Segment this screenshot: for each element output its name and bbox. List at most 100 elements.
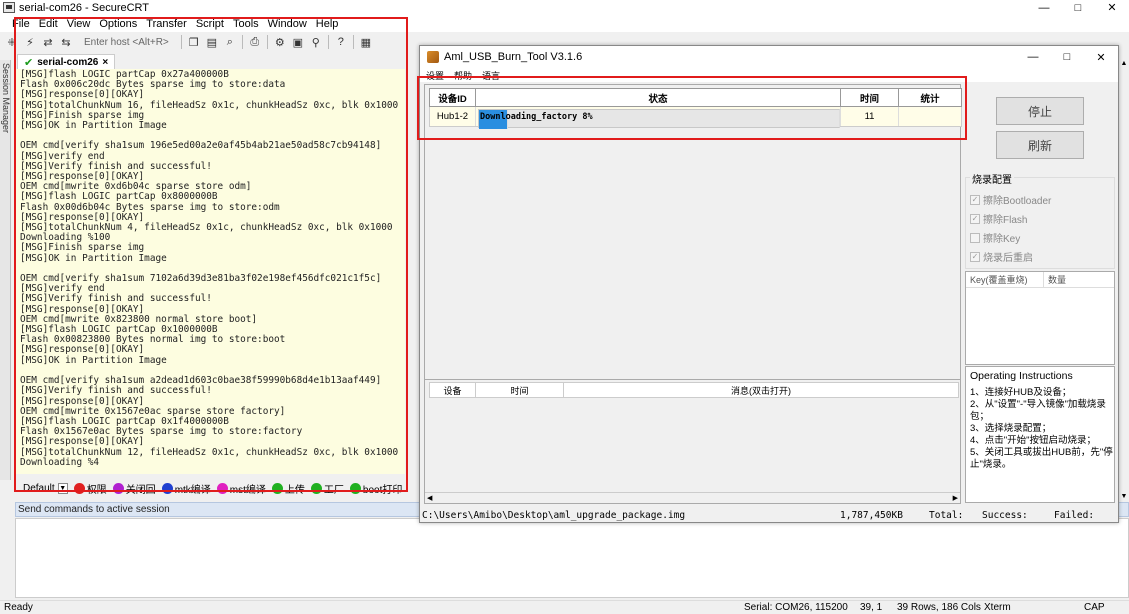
menu-script[interactable]: Script (196, 18, 224, 30)
col-stat[interactable]: 统计 (899, 89, 961, 106)
terminal-line: [MSG]OK in Partition Image (20, 354, 167, 366)
col-time[interactable]: 时间 (841, 89, 899, 106)
status-term: Xterm (984, 602, 1011, 613)
aml-minimize-button[interactable]: — (1016, 46, 1050, 68)
scroll-up-icon[interactable]: ▲ (1121, 60, 1128, 67)
command-button-dot-icon (73, 482, 85, 494)
scroll-left-icon[interactable]: ◀ (427, 494, 432, 502)
command-window[interactable] (15, 518, 1129, 598)
checkbox-erase-flash[interactable]: ✓ (970, 213, 980, 224)
menu-tools[interactable]: Tools (233, 18, 259, 30)
command-button[interactable]: mtk编译 (161, 481, 211, 496)
connect-icon[interactable]: ⁜ (6, 36, 18, 49)
button-bar-selector[interactable]: Default ▼ (23, 482, 68, 494)
status-success: Success: (982, 510, 1028, 521)
status-ready: Ready (4, 602, 33, 613)
screen-icon[interactable]: ▦ (360, 36, 372, 49)
aml-window-controls: — □ ✕ (1016, 46, 1118, 68)
key-table: Key(覆盖重烧) 数量 (965, 271, 1115, 365)
command-button[interactable]: 工厂 (310, 481, 344, 496)
status-serial: Serial: COM26, 115200 (744, 602, 848, 613)
instruction-line: 5、关闭工具或拔出HUB前，先"停止"烧录。 (970, 447, 1113, 470)
menu-window[interactable]: Window (268, 18, 307, 30)
status-total: Total: (929, 510, 964, 521)
log-table-header: 设备 时间 消息(双击打开) (429, 382, 959, 398)
toolbar-divider (327, 35, 329, 49)
quick-connect-icon[interactable]: ⚡ (24, 36, 36, 49)
option-erase-key[interactable]: 擦除Key (970, 230, 1020, 245)
help-icon[interactable]: ? (335, 36, 347, 48)
command-button[interactable]: 关闭回 (112, 481, 156, 496)
col-status[interactable]: 状态 (476, 89, 841, 106)
crt-minimize-button[interactable]: — (1027, 0, 1061, 15)
scroll-right-icon[interactable]: ▶ (953, 494, 958, 502)
crt-close-button[interactable]: ✕ (1095, 0, 1129, 15)
connected-check-icon: ✔ (24, 56, 34, 69)
terminal-line: [MSG]response[0][OKAY] (20, 436, 145, 448)
crt-vertical-scrollbar[interactable]: ▲ ▼ (1118, 60, 1129, 500)
toolbar-divider (352, 35, 354, 49)
crt-tab-bar: ✔ serial-com26 × (12, 53, 407, 69)
col-log-time[interactable]: 时间 (476, 383, 564, 397)
aml-menu-help[interactable]: 帮助 (454, 69, 472, 82)
option-erase-flash[interactable]: ✓ 擦除Flash (970, 211, 1027, 226)
menu-options[interactable]: Options (99, 18, 137, 30)
command-button-dot-icon (161, 482, 173, 494)
aml-burn-tool-window: Aml_USB_Burn_Tool V3.1.6 — □ ✕ 设置 帮助 语言 … (419, 45, 1119, 523)
settings-icon[interactable]: ⚙ (274, 36, 286, 49)
checkbox-erase-bootloader[interactable]: ✓ (970, 194, 980, 205)
aml-menu-settings[interactable]: 设置 (426, 69, 444, 82)
col-device-id[interactable]: 设备ID (430, 89, 476, 106)
col-key[interactable]: Key(覆盖重烧) (966, 272, 1044, 287)
command-button-label: mst编译 (229, 484, 266, 496)
col-log-message[interactable]: 消息(双击打开) (564, 383, 958, 397)
menu-file[interactable]: File (12, 18, 30, 30)
menu-transfer[interactable]: Transfer (146, 18, 187, 30)
tab-serial-com26[interactable]: ✔ serial-com26 × (17, 54, 116, 69)
checkbox-reboot-after-burn[interactable]: ✓ (970, 251, 980, 262)
col-log-device[interactable]: 设备 (430, 383, 476, 397)
menu-view[interactable]: View (67, 18, 91, 30)
print-icon[interactable]: ⎙ (249, 36, 261, 48)
tab-close-icon[interactable]: × (102, 57, 108, 68)
keymap-icon[interactable]: ⚲ (310, 36, 322, 49)
log-table-hscrollbar[interactable]: ◀ ▶ (425, 492, 960, 503)
aml-close-button[interactable]: ✕ (1084, 46, 1118, 68)
stop-button[interactable]: 停止 (996, 97, 1084, 125)
command-button-dot-icon (216, 482, 228, 494)
table-row[interactable]: Hub1-2 Downloading_factory 8% 11 (429, 107, 962, 129)
session-manager-panel[interactable]: Session Manager (0, 60, 11, 480)
crt-maximize-button[interactable]: □ (1061, 0, 1095, 15)
download-progress-bar: Downloading_factory 8% (478, 109, 840, 129)
cell-stat (899, 107, 961, 126)
host-input[interactable]: Enter host <Alt+R> (84, 37, 169, 48)
terminal-output[interactable]: [MSG]flash LOGIC partCap 0x27a400000B Fla… (15, 69, 405, 474)
scroll-down-icon[interactable]: ▼ (1121, 493, 1128, 500)
command-button[interactable]: mst编译 (216, 481, 266, 496)
status-size: 39 Rows, 186 Cols (897, 602, 981, 613)
command-button[interactable]: 上传 (271, 481, 305, 496)
command-buttons: 权限 关闭回 mtk编译 mst编译 上传 工厂 boot打印 (68, 481, 402, 496)
refresh-button[interactable]: 刷新 (996, 131, 1084, 159)
col-count[interactable]: 数量 (1044, 272, 1114, 287)
option-label: 烧录后重启 (983, 253, 1033, 264)
global-options-icon[interactable]: ▣ (292, 36, 304, 49)
menu-help[interactable]: Help (316, 18, 339, 30)
aml-title-bar: Aml_USB_Burn_Tool V3.1.6 — □ ✕ (420, 46, 1118, 68)
option-reboot-after-burn[interactable]: ✓ 烧录后重启 (970, 249, 1033, 264)
terminal-line: [MSG]OK in Partition Image (20, 252, 167, 264)
reconnect-icon[interactable]: ⇄ (42, 36, 54, 49)
find-icon[interactable]: ⌕ (224, 36, 236, 48)
option-erase-bootloader[interactable]: ✓ 擦除Bootloader (970, 192, 1051, 207)
aml-maximize-button[interactable]: □ (1050, 46, 1084, 68)
copy-icon[interactable]: ❐ (188, 36, 200, 49)
chevron-down-icon[interactable]: ▼ (57, 482, 68, 494)
command-button[interactable]: 权限 (73, 481, 107, 496)
menu-edit[interactable]: Edit (39, 18, 58, 30)
paste-icon[interactable]: ▤ (206, 36, 218, 49)
command-button[interactable]: boot打印 (349, 481, 402, 496)
disconnect-icon[interactable]: ⇆ (60, 36, 72, 49)
aml-menu-language[interactable]: 语言 (482, 69, 500, 82)
command-button-label: 上传 (284, 484, 305, 496)
checkbox-erase-key[interactable] (970, 232, 980, 243)
